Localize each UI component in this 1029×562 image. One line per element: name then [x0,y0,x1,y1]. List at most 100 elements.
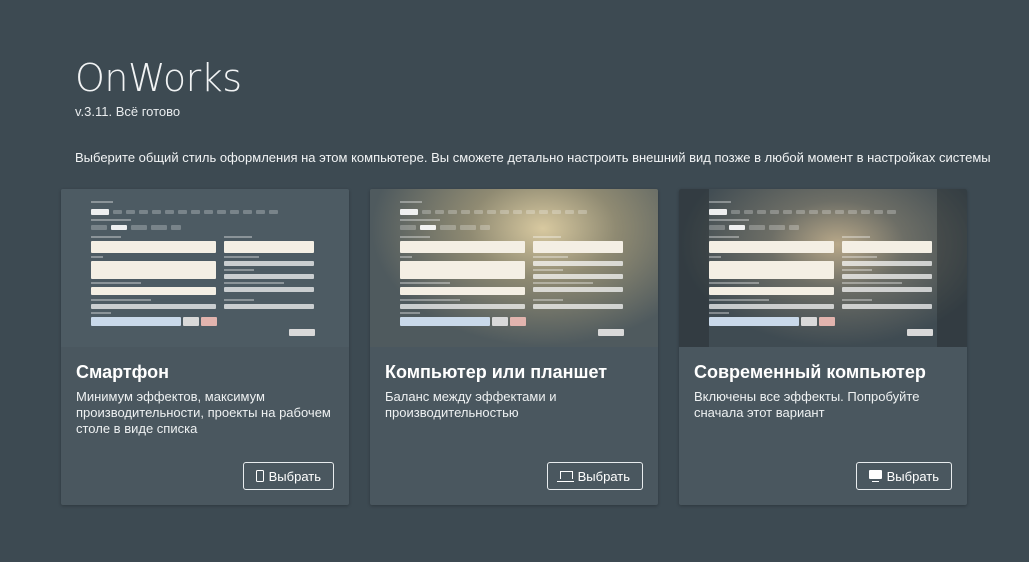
preview-detail [91,241,216,253]
choose-smartphone-button[interactable]: Выбрать [242,462,334,490]
preview-detail [842,299,872,301]
preview-image [61,189,349,347]
preview-detail [191,210,200,214]
preview-detail [842,269,872,271]
card-computer-tablet[interactable]: Компьютер или планшет Баланс между эффек… [370,189,658,505]
preview-detail [709,201,731,203]
preview-detail [598,329,624,336]
preview-detail [842,261,932,266]
preview-detail [533,282,593,284]
preview-detail [533,256,568,258]
preview-detail [400,299,460,301]
preview-detail [448,210,457,214]
choose-modern-computer-button[interactable]: Выбрать [855,462,952,490]
card-title: Современный компьютер [694,362,926,382]
preview-detail [151,225,167,230]
preview-detail [801,317,817,326]
preview-detail [842,236,870,238]
desktop-icon [868,470,882,482]
preview-detail [709,225,725,230]
preview-detail [224,256,259,258]
preview-detail [835,210,844,214]
preview-mockup [707,201,939,339]
preview-detail [224,304,314,309]
preview-detail [533,274,623,279]
preview-detail [819,317,835,326]
preview-detail [492,317,508,326]
intro-text: Выберите общий стиль оформления на этом … [75,150,991,165]
preview-detail [533,304,623,309]
preview-detail [907,329,933,336]
preview-detail [565,210,574,214]
preview-detail [204,210,213,214]
preview-detail [165,210,174,214]
preview-detail [757,210,766,214]
preview-detail [533,261,623,266]
preview-detail [842,304,932,309]
preview-detail [91,282,141,284]
preview-detail [480,225,490,230]
preview-detail [796,210,805,214]
preview-detail [842,274,932,279]
preview-detail [224,269,254,271]
preview-detail [487,210,496,214]
preview-detail [789,225,799,230]
card-modern-computer[interactable]: Современный компьютер Включены все эффек… [679,189,967,505]
preview-detail [842,287,932,292]
preview-detail [400,261,525,279]
laptop-icon [556,471,574,482]
preview-detail [289,329,315,336]
preview-detail [400,225,416,230]
preview-detail [533,287,623,292]
preview-detail [709,282,759,284]
preview-detail [400,201,422,203]
preview-detail [201,317,217,326]
preview-detail [533,236,561,238]
preview-detail [400,241,525,253]
preview-detail [809,210,818,214]
preview-detail [91,287,216,295]
preview-detail [243,210,252,214]
card-smartphone[interactable]: Смартфон Минимум эффектов, максимум прои… [61,189,349,505]
preview-detail [91,261,216,279]
preview-detail [91,236,121,238]
version-status: v.3.11. Всё готово [75,104,181,119]
preview-detail [461,210,470,214]
button-label: Выбрать [577,468,630,484]
preview-image [679,189,967,347]
preview-detail [510,317,526,326]
preview-detail [91,312,111,314]
preview-detail [709,219,749,221]
preview-detail [709,209,727,215]
preview-detail [224,299,254,301]
preview-detail [91,225,107,230]
preview-detail [435,210,444,214]
preview-detail [731,210,740,214]
preview-detail [874,210,883,214]
preview-detail [91,201,113,203]
choose-computer-tablet-button[interactable]: Выбрать [546,462,643,490]
card-description: Баланс между эффектами и производительно… [385,389,557,420]
preview-detail [842,282,902,284]
preview-detail [440,225,456,230]
preview-detail [152,210,161,214]
preview-detail [171,225,181,230]
preview-detail [578,210,587,214]
preview-detail [400,256,412,258]
preview-mockup [89,201,321,339]
preview-detail [224,282,284,284]
preview-detail [709,317,799,326]
preview-detail [400,317,490,326]
preview-image [370,189,658,347]
preview-detail [422,210,431,214]
preview-detail [861,210,870,214]
preview-detail [842,241,932,253]
preview-detail [513,210,522,214]
preview-detail [533,299,563,301]
preview-detail [533,241,623,253]
app-title: OnWorks [75,56,242,100]
preview-detail [539,210,548,214]
preview-detail [552,210,561,214]
preview-detail [709,299,769,301]
preview-detail [749,225,765,230]
